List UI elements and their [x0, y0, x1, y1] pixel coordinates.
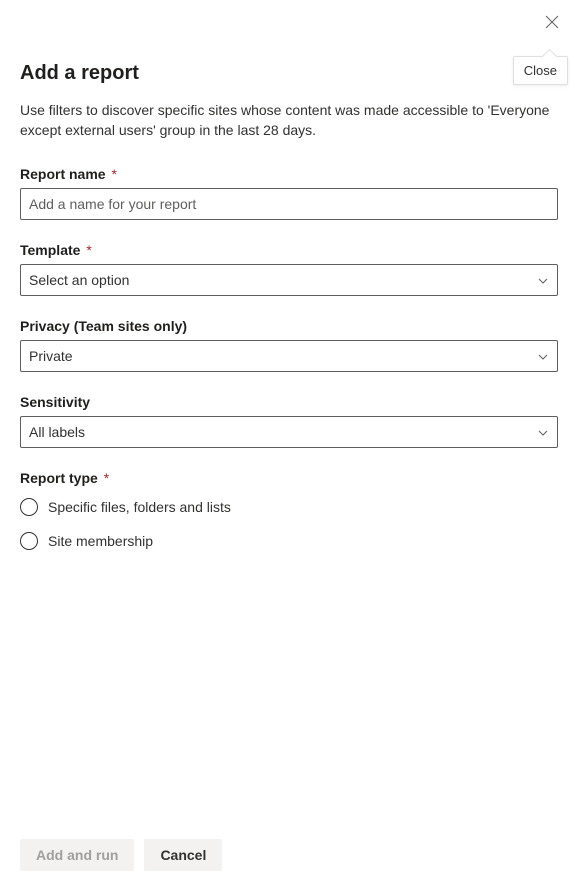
field-privacy: Privacy (Team sites only) Private [20, 318, 558, 372]
radio-option-site-membership[interactable]: Site membership [20, 532, 558, 550]
report-type-radio-group: Specific files, folders and lists Site m… [20, 498, 558, 550]
template-dropdown[interactable]: Select an option [20, 264, 558, 296]
field-report-name: Report name * [20, 166, 558, 220]
field-template: Template * Select an option [20, 242, 558, 296]
chevron-down-icon [537, 274, 549, 286]
radio-label: Site membership [48, 533, 153, 549]
radio-icon [20, 532, 38, 550]
field-report-type: Report type * Specific files, folders an… [20, 470, 558, 550]
sensitivity-label: Sensitivity [20, 394, 558, 410]
privacy-label: Privacy (Team sites only) [20, 318, 558, 334]
required-asterisk: * [104, 470, 109, 486]
radio-option-specific-files[interactable]: Specific files, folders and lists [20, 498, 558, 516]
sensitivity-dropdown[interactable]: All labels [20, 416, 558, 448]
add-and-run-button[interactable]: Add and run [20, 839, 134, 871]
privacy-selected: Private [29, 348, 73, 364]
sensitivity-selected: All labels [29, 424, 85, 440]
panel-description: Use filters to discover specific sites w… [20, 101, 558, 140]
template-label: Template * [20, 242, 558, 258]
privacy-dropdown[interactable]: Private [20, 340, 558, 372]
required-asterisk: * [111, 166, 116, 182]
close-button[interactable] [542, 12, 562, 32]
chevron-down-icon [537, 426, 549, 438]
panel-title: Add a report [20, 62, 558, 85]
template-selected: Select an option [29, 272, 129, 288]
close-icon [545, 15, 559, 29]
radio-label: Specific files, folders and lists [48, 499, 231, 515]
report-name-label: Report name * [20, 166, 558, 182]
cancel-button[interactable]: Cancel [144, 839, 222, 871]
chevron-down-icon [537, 350, 549, 362]
field-sensitivity: Sensitivity All labels [20, 394, 558, 448]
close-tooltip-text: Close [524, 63, 557, 78]
footer-actions: Add and run Cancel [20, 839, 558, 871]
report-type-label: Report type * [20, 470, 558, 486]
required-asterisk: * [86, 242, 91, 258]
report-name-input[interactable] [20, 188, 558, 220]
close-tooltip: Close [513, 56, 568, 85]
radio-icon [20, 498, 38, 516]
